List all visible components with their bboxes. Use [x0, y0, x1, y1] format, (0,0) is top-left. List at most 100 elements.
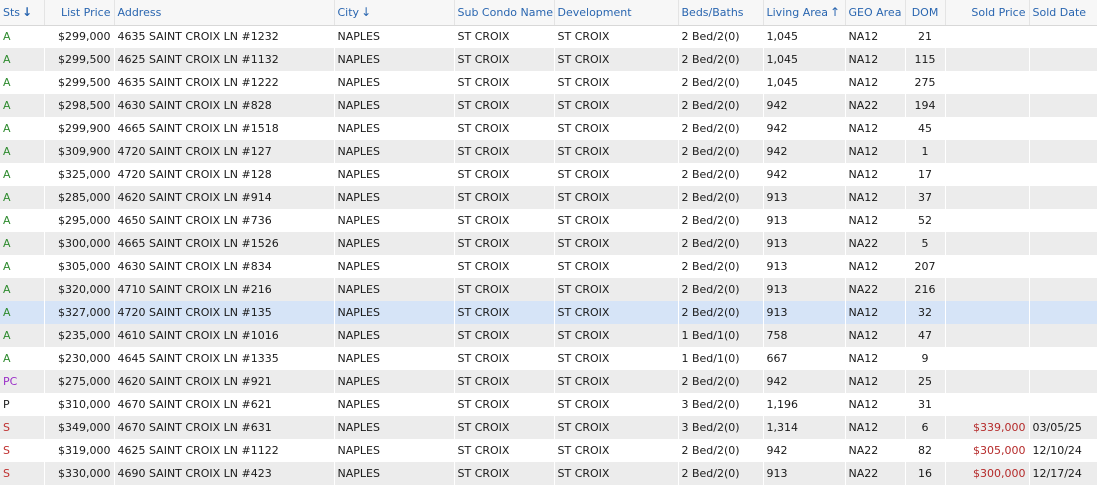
cell-list-price: $299,000	[44, 25, 115, 48]
table-row[interactable]: A $235,000 4610 SAINT CROIX LN #1016 NAPLES…	[0, 324, 1097, 347]
cell-development: ST CROIX	[554, 416, 679, 439]
cell-development: ST CROIX	[554, 393, 679, 416]
column-header-dom[interactable]: DOM	[905, 0, 946, 26]
cell-beds-baths: 2 Bed/2(0)	[678, 255, 764, 278]
table-row[interactable]: A $298,500 4630 SAINT CROIX LN #828 NAPLES S…	[0, 94, 1097, 117]
cell-development: ST CROIX	[554, 439, 679, 462]
cell-geo-area: NA12	[845, 370, 906, 393]
column-header-list-price[interactable]: List Price	[44, 0, 115, 26]
cell-city: NAPLES	[334, 439, 455, 462]
cell-geo-area: NA22	[845, 462, 906, 485]
table-row[interactable]: S $319,000 4625 SAINT CROIX LN #1122 NAPLES…	[0, 439, 1097, 462]
table-row[interactable]: A $299,500 4625 SAINT CROIX LN #1132 NAPLES…	[0, 48, 1097, 71]
cell-city: NAPLES	[334, 301, 455, 324]
cell-dom: 17	[905, 163, 946, 186]
cell-sold-price	[945, 370, 1030, 393]
cell-geo-area: NA12	[845, 117, 906, 140]
cell-address: 4635 SAINT CROIX LN #1222	[114, 71, 335, 94]
table-row[interactable]: PC $275,000 4620 SAINT CROIX LN #921 NAPLES…	[0, 370, 1097, 393]
column-header-sub-condo-name[interactable]: Sub Condo Name	[454, 0, 555, 26]
cell-status: A	[0, 48, 45, 71]
cell-development: ST CROIX	[554, 140, 679, 163]
cell-geo-area: NA12	[845, 209, 906, 232]
cell-dom: 16	[905, 462, 946, 485]
cell-list-price: $299,500	[44, 48, 115, 71]
column-header-beds-baths[interactable]: Beds/Baths	[678, 0, 764, 26]
cell-city: NAPLES	[334, 94, 455, 117]
cell-city: NAPLES	[334, 209, 455, 232]
cell-living-area: 942	[763, 439, 846, 462]
column-header-label: List Price	[60, 5, 111, 19]
column-header-sold-date[interactable]: Sold Date	[1029, 0, 1097, 26]
cell-living-area: 942	[763, 94, 846, 117]
table-row[interactable]: S $330,000 4690 SAINT CROIX LN #423 NAPLES S…	[0, 462, 1097, 485]
table-row[interactable]: A $300,000 4665 SAINT CROIX LN #1526 NAPLES…	[0, 232, 1097, 255]
table-row[interactable]: A $320,000 4710 SAINT CROIX LN #216 NAPLES S…	[0, 278, 1097, 301]
cell-sold-date: 12/10/24	[1029, 439, 1097, 462]
column-header-development[interactable]: Development	[554, 0, 679, 26]
cell-sold-price	[945, 232, 1030, 255]
cell-dom: 52	[905, 209, 946, 232]
cell-dom: 21	[905, 25, 946, 48]
table-row[interactable]: A $230,000 4645 SAINT CROIX LN #1335 NAPLES…	[0, 347, 1097, 370]
cell-address: 4630 SAINT CROIX LN #828	[114, 94, 335, 117]
table-row[interactable]: A $305,000 4630 SAINT CROIX LN #834 NAPLES S…	[0, 255, 1097, 278]
cell-city: NAPLES	[334, 370, 455, 393]
column-header-address[interactable]: Address	[114, 0, 335, 26]
cell-sub-condo-name: ST CROIX	[454, 324, 555, 347]
cell-city: NAPLES	[334, 117, 455, 140]
column-header-label: Sold Price	[971, 5, 1026, 19]
table-row[interactable]: S $349,000 4670 SAINT CROIX LN #631 NAPLES S…	[0, 416, 1097, 439]
cell-beds-baths: 3 Bed/2(0)	[678, 393, 764, 416]
table-row[interactable]: A $327,000 4720 SAINT CROIX LN #135 NAPLES S…	[0, 301, 1097, 324]
table-body: A $299,000 4635 SAINT CROIX LN #1232 NAPLES…	[0, 25, 1097, 485]
cell-list-price: $320,000	[44, 278, 115, 301]
cell-living-area: 1,045	[763, 25, 846, 48]
cell-development: ST CROIX	[554, 232, 679, 255]
cell-list-price: $319,000	[44, 439, 115, 462]
cell-status: A	[0, 278, 45, 301]
column-header-geo-area[interactable]: GEO Area	[845, 0, 906, 26]
table-row[interactable]: A $309,900 4720 SAINT CROIX LN #127 NAPLES S…	[0, 140, 1097, 163]
table-row[interactable]: P $310,000 4670 SAINT CROIX LN #621 NAPLES S…	[0, 393, 1097, 416]
cell-sold-price	[945, 117, 1030, 140]
cell-beds-baths: 1 Bed/1(0)	[678, 347, 764, 370]
cell-list-price: $298,500	[44, 94, 115, 117]
table-row[interactable]: A $295,000 4650 SAINT CROIX LN #736 NAPLES S…	[0, 209, 1097, 232]
cell-development: ST CROIX	[554, 370, 679, 393]
column-header-city[interactable]: City ↓	[334, 0, 455, 26]
column-header-sold-price[interactable]: Sold Price	[945, 0, 1030, 26]
cell-sub-condo-name: ST CROIX	[454, 416, 555, 439]
cell-sold-date	[1029, 255, 1097, 278]
cell-dom: 37	[905, 186, 946, 209]
cell-address: 4690 SAINT CROIX LN #423	[114, 462, 335, 485]
table-row[interactable]: A $325,000 4720 SAINT CROIX LN #128 NAPLES S…	[0, 163, 1097, 186]
column-header-sts[interactable]: Sts ↓	[0, 0, 45, 26]
cell-city: NAPLES	[334, 163, 455, 186]
table-row[interactable]: A $285,000 4620 SAINT CROIX LN #914 NAPLES S…	[0, 186, 1097, 209]
cell-list-price: $327,000	[44, 301, 115, 324]
cell-address: 4625 SAINT CROIX LN #1122	[114, 439, 335, 462]
cell-list-price: $235,000	[44, 324, 115, 347]
cell-city: NAPLES	[334, 347, 455, 370]
cell-status: S	[0, 439, 45, 462]
cell-status: A	[0, 140, 45, 163]
cell-dom: 1	[905, 140, 946, 163]
cell-sub-condo-name: ST CROIX	[454, 462, 555, 485]
cell-living-area: 942	[763, 163, 846, 186]
cell-beds-baths: 2 Bed/2(0)	[678, 117, 764, 140]
cell-sold-date	[1029, 301, 1097, 324]
cell-sold-date	[1029, 347, 1097, 370]
column-header-living-area[interactable]: Living Area ↑	[763, 0, 846, 26]
cell-living-area: 913	[763, 301, 846, 324]
table-row[interactable]: A $299,900 4665 SAINT CROIX LN #1518 NAPLES…	[0, 117, 1097, 140]
table-row[interactable]: A $299,500 4635 SAINT CROIX LN #1222 NAPLES…	[0, 71, 1097, 94]
table-row[interactable]: A $299,000 4635 SAINT CROIX LN #1232 NAPLES…	[0, 25, 1097, 48]
cell-living-area: 913	[763, 209, 846, 232]
cell-geo-area: NA12	[845, 393, 906, 416]
cell-sub-condo-name: ST CROIX	[454, 186, 555, 209]
cell-city: NAPLES	[334, 324, 455, 347]
column-header-label: GEO Area	[848, 5, 902, 19]
cell-address: 4710 SAINT CROIX LN #216	[114, 278, 335, 301]
cell-list-price: $309,900	[44, 140, 115, 163]
